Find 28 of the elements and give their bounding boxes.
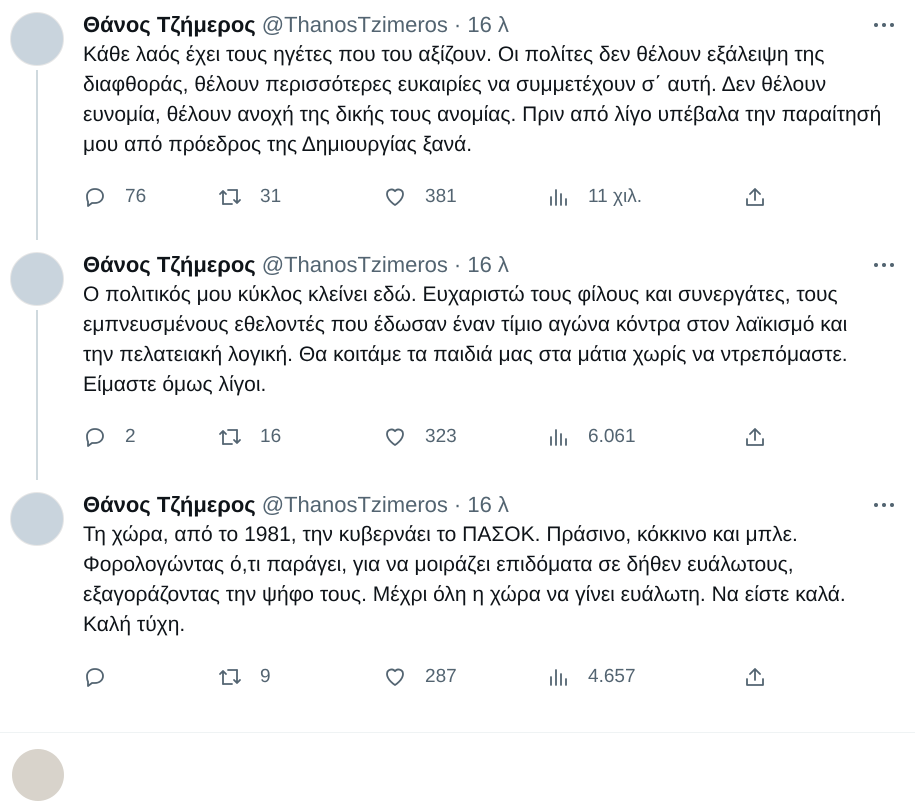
timestamp[interactable]: · 16 λ bbox=[454, 252, 509, 278]
timestamp[interactable]: · 16 λ bbox=[454, 12, 509, 38]
like-count: 287 bbox=[425, 666, 457, 688]
author-name[interactable]: Θάνος Τζήμερος bbox=[83, 12, 256, 38]
like-count: 381 bbox=[425, 186, 457, 208]
author-handle[interactable]: @ThanosTzimeros bbox=[262, 252, 448, 278]
author-name[interactable]: Θάνος Τζήμερος bbox=[83, 252, 256, 278]
like-count: 323 bbox=[425, 426, 457, 448]
author-handle[interactable]: @ThanosTzimeros bbox=[262, 12, 448, 38]
speech-bubble-icon[interactable] bbox=[83, 185, 107, 209]
tweet-text: Κάθε λαός έχει τους ηγέτες που του αξίζουν. Οι πολίτες δεν θέλουν εξάλειψη της διαφθοράς, θέλουν περισσότερες ευκαιρίες να συμμετέχουν σ΄ αυτή. Δεν θέλουν ευνομία, θέλουν ανοχή της δικής τους ανομίας. Πριν από λίγο υπέβαλα την παραίτησή μου από πρόεδρος της Δημιουργίας ξανά. bbox=[83, 42, 882, 158]
more-options-icon[interactable] bbox=[873, 502, 895, 508]
reply-count: 2 bbox=[125, 426, 136, 448]
author-name[interactable]: Θάνος Τζήμερος bbox=[83, 492, 256, 518]
retweet-count: 9 bbox=[260, 666, 271, 688]
view-count: 4.657 bbox=[588, 666, 636, 688]
reply-count: 76 bbox=[125, 186, 146, 208]
timestamp[interactable]: · 16 λ bbox=[454, 492, 509, 518]
retweet-count: 31 bbox=[260, 186, 282, 208]
view-count: 6.061 bbox=[588, 426, 636, 448]
tweet-text: Ο πολιτικός μου κύκλος κλείνει εδώ. Ευχαριστώ τους φίλους και συνεργάτες, τους εμπνευσμένους εθελοντές που έδωσαν έναν τίμιο αγώνα κόντρα στον λαϊκισμό και την πελατειακή λογική. Θα κοιτάμε τα παιδιά μας στα μάτια χωρίς να ντρεπόμαστε. Είμαστε όμως λίγοι. bbox=[83, 282, 849, 398]
more-options-icon[interactable] bbox=[873, 22, 895, 28]
view-count: 11 χιλ. bbox=[588, 186, 642, 208]
retweet-count: 16 bbox=[260, 426, 282, 448]
author-handle[interactable]: @ThanosTzimeros bbox=[262, 492, 448, 518]
share-icon[interactable] bbox=[743, 185, 767, 209]
tweet-text: Τη χώρα, από το 1981, την κυβερνάει το ΠΑΣΟΚ. Πράσινο, κόκκινο και μπλε. Φορολογώντας ό,τι παράγει, για να μοιράζει επιδόματα σε δήθεν ευάλωτους, εξαγοράζοντας την ψήφο τους. Μέχρι όλη η χώρα να γίνει ευάλωτη. Να είστε καλά. Καλή τύχη. bbox=[83, 522, 847, 638]
more-options-icon[interactable] bbox=[873, 262, 895, 268]
